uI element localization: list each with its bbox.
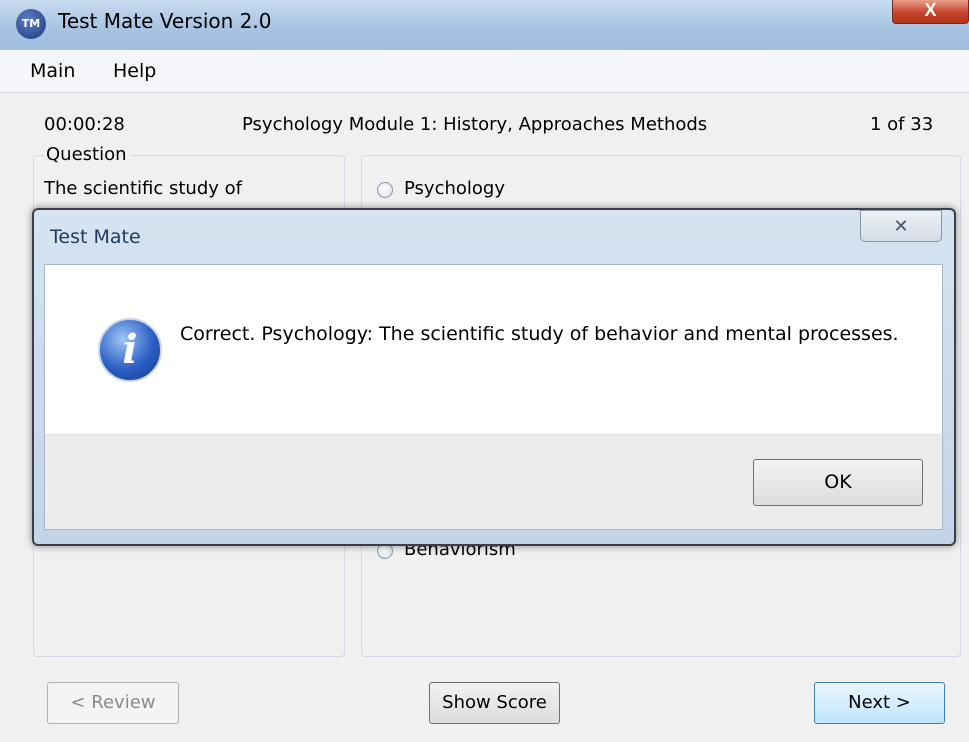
dialog-close-icon: ✕	[893, 216, 909, 236]
info-icon: i	[98, 318, 162, 382]
ok-button[interactable]: OK	[753, 459, 923, 506]
close-icon: X	[924, 0, 937, 20]
dialog-close-button[interactable]: ✕	[860, 210, 942, 242]
question-counter: 1 of 33	[870, 114, 934, 135]
close-button[interactable]: X	[892, 0, 969, 24]
review-button[interactable]: < Review	[47, 682, 179, 724]
show-score-button[interactable]: Show Score	[429, 682, 560, 724]
module-title: Psychology Module 1: History, Approaches…	[242, 114, 708, 135]
menu-bar: Main Help	[0, 50, 969, 93]
answer-label-psychology[interactable]: Psychology	[404, 178, 505, 199]
dialog-message: Correct. Psychology: The scientific stud…	[180, 323, 899, 345]
dialog-title: Test Mate	[50, 226, 141, 248]
dialog-body	[44, 264, 943, 434]
question-text: The scientific study of	[44, 178, 242, 199]
timer: 00:00:28	[44, 114, 125, 135]
title-bar: TM Test Mate Version 2.0 X	[0, 0, 969, 51]
menu-help[interactable]: Help	[113, 60, 156, 82]
answer-radio-psychology[interactable]	[377, 182, 393, 198]
menu-main[interactable]: Main	[30, 60, 75, 82]
next-button[interactable]: Next >	[814, 682, 945, 724]
window-title: Test Mate Version 2.0	[58, 9, 272, 33]
app-logo-icon: TM	[16, 9, 46, 39]
question-legend: Question	[44, 144, 131, 165]
